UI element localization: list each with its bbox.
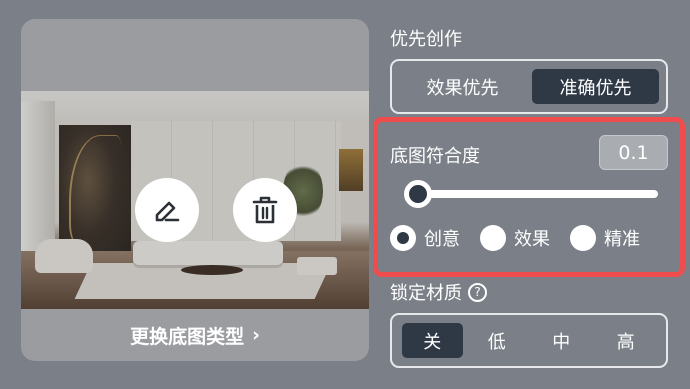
fit-slider-thumb[interactable]: [404, 180, 432, 208]
fit-mode-radio-group: 创意 效果 精准: [390, 225, 660, 251]
material-high[interactable]: 高: [596, 323, 657, 358]
chevron-right-icon: ›: [252, 324, 260, 346]
help-icon[interactable]: ?: [468, 282, 487, 302]
base-image-card: 更换底图类型 ›: [21, 19, 369, 361]
change-image-type-button[interactable]: 更换底图类型 ›: [21, 309, 369, 361]
trash-icon: [252, 196, 278, 224]
radio-creative-label: 创意: [424, 229, 460, 250]
radio-effect[interactable]: 效果: [480, 225, 550, 251]
edit-image-button[interactable]: [135, 178, 199, 242]
radio-precise-label: 精准: [604, 229, 640, 250]
lock-material-header: 锁定材质 ?: [390, 279, 487, 305]
option-accuracy-priority[interactable]: 准确优先: [532, 69, 659, 104]
creation-priority-segmented: 效果优先 准确优先: [390, 59, 668, 114]
change-image-type-label: 更换底图类型: [130, 325, 245, 348]
radio-creative[interactable]: 创意: [390, 225, 460, 251]
radio-effect-label: 效果: [514, 229, 550, 250]
material-low[interactable]: 低: [467, 323, 528, 358]
radio-precise[interactable]: 精准: [570, 225, 640, 251]
creation-priority-label: 优先创作: [390, 29, 462, 50]
fit-slider[interactable]: [404, 180, 658, 208]
material-off[interactable]: 关: [402, 323, 463, 358]
option-effect-priority[interactable]: 效果优先: [399, 69, 526, 104]
lock-material-segmented: 关 低 中 高: [390, 313, 668, 368]
radio-effect-dot: [480, 225, 506, 251]
base-image-fit-label: 底图符合度: [390, 146, 480, 167]
edit-icon: [155, 201, 180, 222]
lock-material-label: 锁定材质: [390, 283, 462, 304]
fit-value-input[interactable]: 0.1: [599, 135, 668, 170]
radio-precise-dot: [570, 225, 596, 251]
delete-image-button[interactable]: [233, 178, 297, 242]
material-medium[interactable]: 中: [531, 323, 592, 358]
radio-creative-dot: [390, 225, 416, 251]
